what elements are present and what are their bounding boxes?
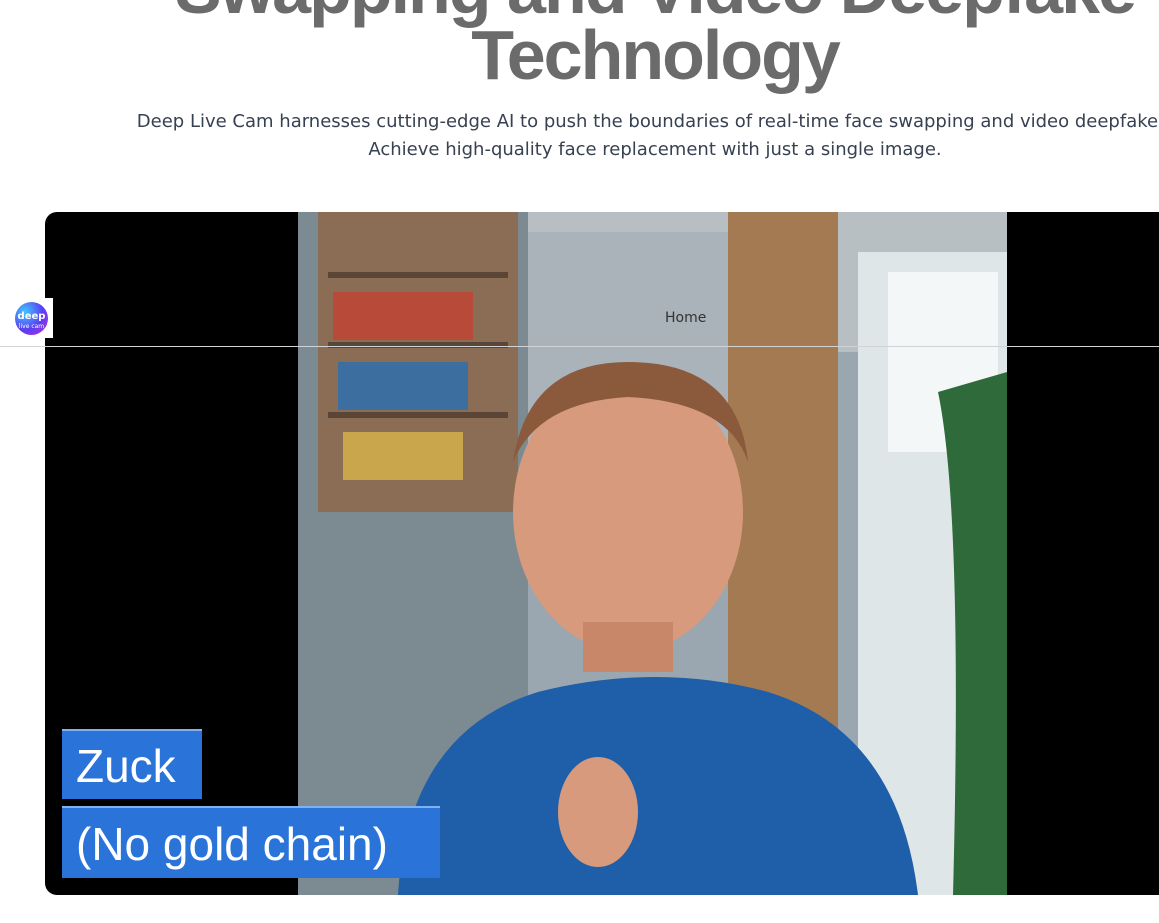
hero-title-line-2: Technology	[471, 16, 841, 94]
hero-subtitle-line-1: Deep Live Cam harnesses cutting-edge AI …	[136, 111, 1159, 132]
hero-subtitle-line-2: Achieve high-quality face replacement wi…	[368, 139, 942, 160]
caption-name: Zuck	[62, 729, 202, 799]
nav-home-link[interactable]: Home	[665, 308, 706, 328]
caption-note: (No gold chain)	[62, 806, 440, 878]
logo-text-bottom: live cam	[18, 323, 45, 330]
site-header: deep live cam Home	[0, 291, 1159, 347]
hero-subtitle: Deep Live Cam harnesses cutting-edge AI …	[0, 108, 1159, 164]
logo-text-top: deep	[17, 311, 46, 322]
hero-title: Swapping and Video Deepfake Technology	[0, 0, 1159, 94]
logo[interactable]: deep live cam	[6, 298, 53, 338]
logo-badge-icon: deep live cam	[15, 302, 48, 335]
